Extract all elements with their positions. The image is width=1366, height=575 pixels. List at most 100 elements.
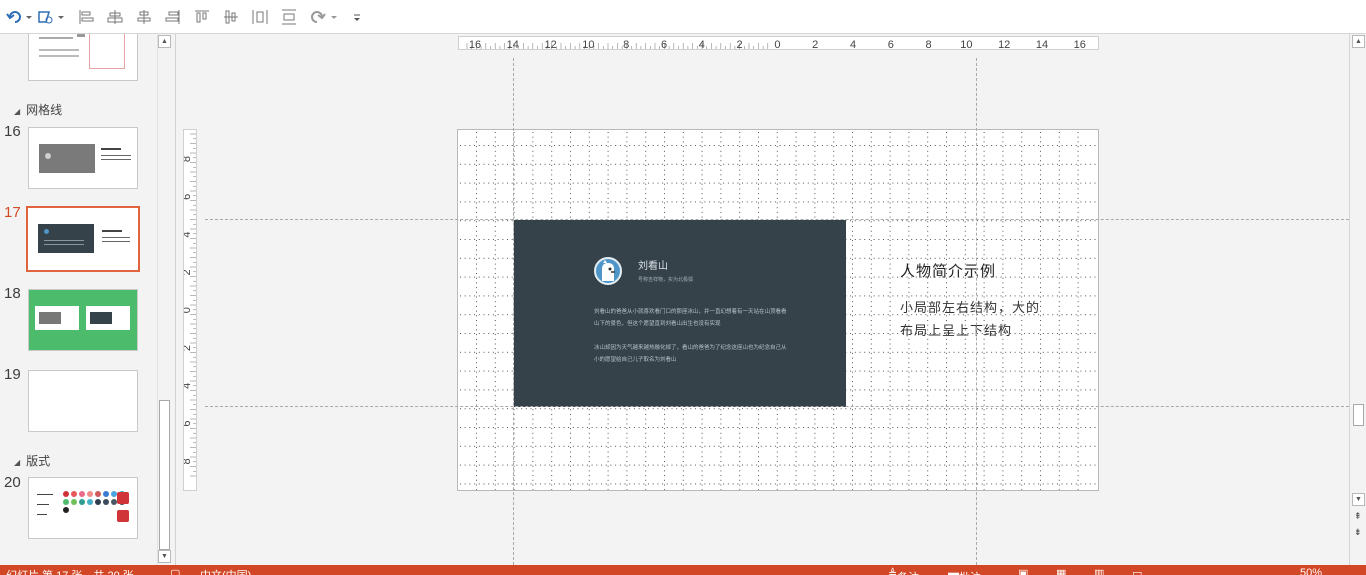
ruler-label: 6 <box>888 39 894 49</box>
vertical-guide[interactable] <box>513 58 514 565</box>
ruler-label: 2 <box>184 269 193 275</box>
ruler-label: 8 <box>184 156 193 162</box>
slide-number: 19 <box>4 366 21 383</box>
profile-paragraph: 刘看山的爸爸从小就喜欢看门口的那座冰山，并一直幻想着有一天站在山顶看看山下的景色… <box>594 309 787 327</box>
zoom-level[interactable]: 50% <box>1300 567 1322 575</box>
ruler-label: 14 <box>1036 39 1048 49</box>
color-swatch <box>63 499 69 505</box>
section-header[interactable]: ◢ 网格线 <box>14 101 62 118</box>
proofing-icon[interactable]: ▢ <box>170 567 180 575</box>
scroll-down-icon[interactable]: ▼ <box>1352 493 1365 506</box>
slide-title[interactable]: 人物简介示例 <box>900 260 996 281</box>
scroll-up-icon[interactable]: ▲ <box>1352 35 1365 48</box>
slide-thumbnail-19[interactable] <box>28 370 138 432</box>
ruler-label: 6 <box>661 39 667 49</box>
align-middle-icon[interactable] <box>194 8 210 26</box>
color-swatch <box>87 491 93 497</box>
align-left-icon[interactable] <box>78 8 94 26</box>
color-swatch <box>79 491 85 497</box>
ruler-ticks: 16 14 12 10 8 6 4 2 0 2 4 6 8 10 12 14 16 <box>466 39 1086 49</box>
profile-card[interactable]: 刘看山 号称吉祥物，实为北极狐 刘看山的爸爸从小就喜欢看门口的那座冰山，并一直幻… <box>514 220 846 407</box>
slide-thumbnail[interactable] <box>28 34 138 81</box>
next-slide-icon[interactable]: ⇟ <box>1354 528 1362 537</box>
ruler-label: 12 <box>544 39 556 49</box>
ruler-ticks: 8 6 4 2 0 2 4 6 8 <box>184 133 196 477</box>
ruler-label: 16 <box>469 39 481 49</box>
slide-description[interactable]: 小局部左右结构，大的布局上呈上下结构 <box>900 296 1050 342</box>
color-swatch <box>71 499 77 505</box>
ruler-label: 0 <box>774 39 780 49</box>
ruler-label: 6 <box>184 421 193 427</box>
color-swatch <box>103 491 109 497</box>
align-bottom-icon[interactable] <box>223 8 239 26</box>
horizontal-guide[interactable] <box>205 406 1349 407</box>
color-swatch <box>79 499 85 505</box>
ruler-label: 10 <box>960 39 972 49</box>
slide-thumbnail-20[interactable] <box>28 477 138 539</box>
ruler-label: 4 <box>184 232 193 238</box>
align-top-icon[interactable] <box>165 8 181 26</box>
slide-thumbnail-17[interactable] <box>26 206 140 272</box>
scrollbar-thumb[interactable] <box>1353 404 1364 426</box>
previous-slide-icon[interactable]: ⇞ <box>1354 512 1362 521</box>
slide-number: 18 <box>4 285 21 302</box>
language-indicator[interactable]: 中文(中国) <box>200 567 251 575</box>
avatar <box>594 257 622 285</box>
comments-label: 批注 <box>959 569 981 575</box>
editor-scrollbar[interactable]: ▲ ▼ ⇞ ⇟ <box>1349 34 1366 565</box>
profile-name: 刘看山 <box>638 261 668 272</box>
notes-label: 备注 <box>897 569 919 575</box>
slide-thumbnail-16[interactable] <box>28 127 138 189</box>
comments-button[interactable]: ▬ 批注 <box>948 567 981 575</box>
ruler-label: 4 <box>184 383 193 389</box>
align-center-icon[interactable] <box>107 8 123 26</box>
ruler-label: 8 <box>926 39 932 49</box>
ruler-label: 4 <box>699 39 705 49</box>
collapse-triangle-icon: ◢ <box>14 458 21 467</box>
color-swatch <box>87 499 93 505</box>
distribute-vertical-icon[interactable] <box>281 8 297 26</box>
reading-view-icon[interactable]: ▥ <box>1094 567 1104 575</box>
section-label: 网格线 <box>26 103 63 117</box>
ruler-label: 14 <box>507 39 519 49</box>
slide-thumbnail-18[interactable] <box>28 289 138 351</box>
shape-edit-icon[interactable] <box>37 8 65 26</box>
customize-toolbar-icon[interactable] <box>352 8 362 26</box>
horizontal-guide[interactable] <box>205 219 1349 220</box>
slide-sorter-icon[interactable]: ▦ <box>1056 567 1066 575</box>
color-swatch <box>71 491 77 497</box>
slide-number: 16 <box>4 123 21 140</box>
ruler-label: 16 <box>1074 39 1086 49</box>
ruler-label: 12 <box>998 39 1010 49</box>
profile-subtitle: 号称吉祥物，实为北极狐 <box>638 277 694 283</box>
collapse-triangle-icon: ◢ <box>14 107 21 116</box>
align-right-icon[interactable] <box>136 8 152 26</box>
ruler-label: 6 <box>184 194 193 200</box>
scroll-up-icon[interactable]: ▲ <box>158 35 171 48</box>
section-header[interactable]: ◢ 版式 <box>14 452 50 469</box>
distribute-horizontal-icon[interactable] <box>252 8 268 26</box>
slide-canvas[interactable]: 刘看山 号称吉祥物，实为北极狐 刘看山的爸爸从小就喜欢看门口的那座冰山，并一直幻… <box>457 129 1099 491</box>
ruler-label: 8 <box>184 458 193 464</box>
ruler-label: 2 <box>737 39 743 49</box>
scroll-down-icon[interactable]: ▼ <box>158 550 171 563</box>
color-swatch <box>63 507 69 513</box>
vertical-guide[interactable] <box>976 58 977 565</box>
slide-number: 20 <box>4 474 21 491</box>
color-swatch <box>63 491 69 497</box>
color-swatch <box>95 499 101 505</box>
slideshow-icon[interactable]: ▭ <box>1132 567 1142 575</box>
undo-icon[interactable] <box>6 8 32 26</box>
horizontal-ruler: 16 14 12 10 8 6 4 2 0 2 4 6 8 10 12 14 16 <box>458 36 1099 50</box>
redo-icon[interactable] <box>310 8 338 26</box>
ruler-label: 4 <box>850 39 856 49</box>
ruler-label: 0 <box>184 307 193 313</box>
ruler-label: 8 <box>623 39 629 49</box>
scrollbar-thumb[interactable] <box>159 400 170 550</box>
normal-view-icon[interactable]: ▣ <box>1018 567 1028 575</box>
slide-info: 幻灯片 第 17 张，共 20 张 <box>6 567 134 575</box>
ruler-label: 2 <box>184 345 193 351</box>
notes-button[interactable]: ≜ 备注 <box>888 567 919 575</box>
ruler-label: 10 <box>582 39 594 49</box>
thumbnail-scrollbar[interactable]: ▲ ▼ <box>157 34 171 565</box>
